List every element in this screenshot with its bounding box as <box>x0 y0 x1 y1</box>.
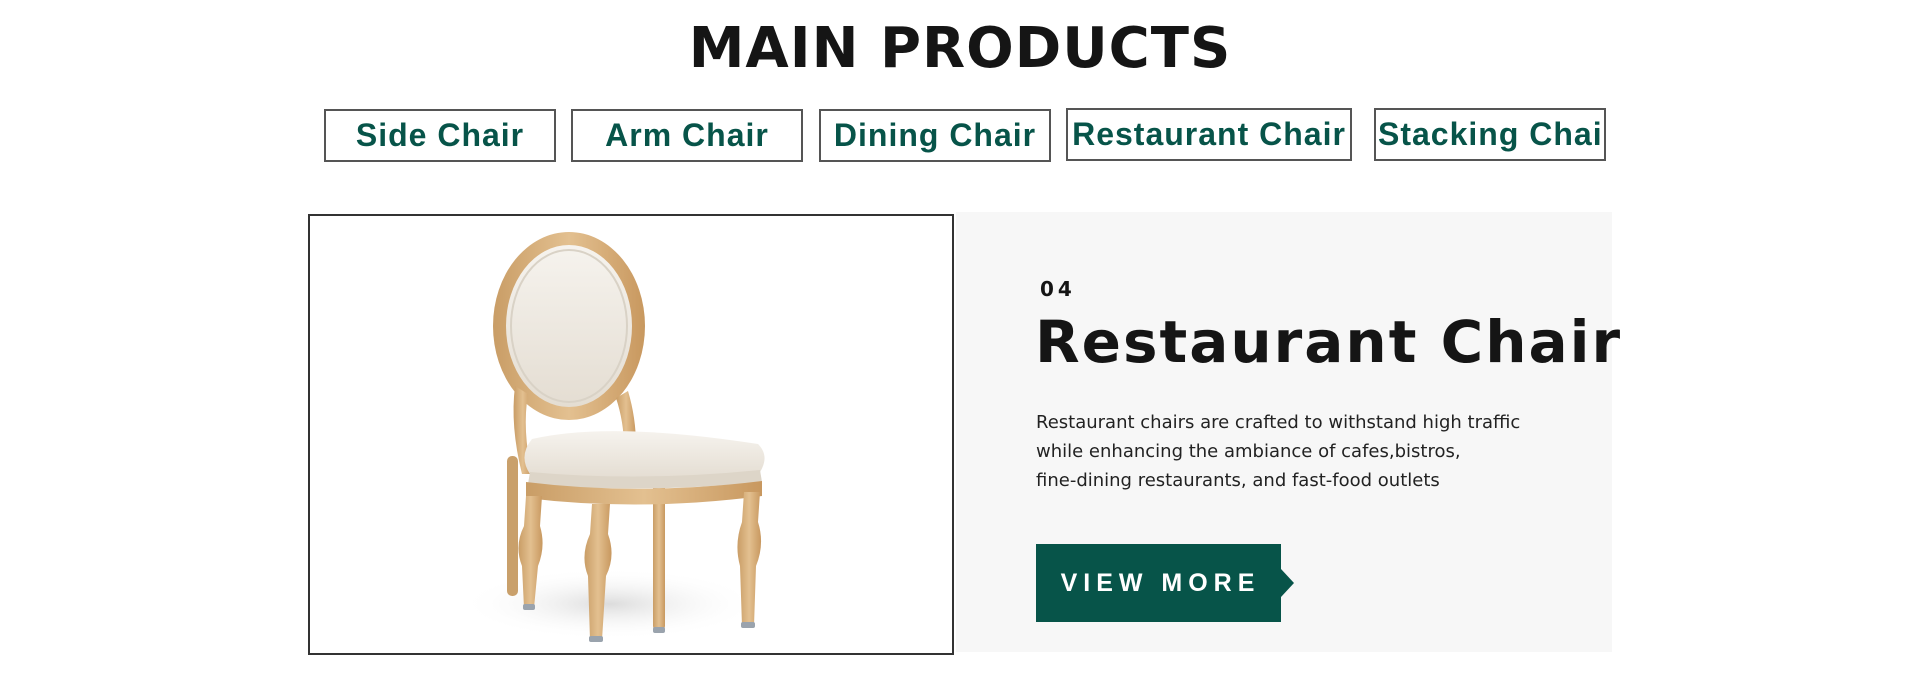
description-line: Restaurant chairs are crafted to withsta… <box>1036 412 1521 433</box>
view-more-button[interactable]: VIEW MORE <box>1036 544 1281 622</box>
arrow-right-icon[interactable] <box>1281 569 1294 597</box>
product-index: 04 <box>1040 277 1076 301</box>
product-title: Restaurant Chair <box>1035 308 1623 376</box>
product-info-panel: 04 Restaurant Chair Restaurant chairs ar… <box>956 212 1620 652</box>
product-image-frame <box>308 214 954 655</box>
tab-restaurant-chair[interactable]: Restaurant Chair <box>1066 108 1352 161</box>
product-description: Restaurant chairs are crafted to withsta… <box>1036 408 1556 495</box>
main-products-section: MAIN PRODUCTS Side Chair Arm Chair Dinin… <box>0 0 1920 673</box>
category-tabs: Side Chair Arm Chair Dining Chair Restau… <box>0 0 1920 170</box>
description-line: while enhancing the ambiance of cafes,bi… <box>1036 441 1461 462</box>
tab-stacking-chair[interactable]: Stacking Chair <box>1374 108 1606 161</box>
chair-photo-icon <box>460 232 765 642</box>
description-line: fine-dining restaurants, and fast-food o… <box>1036 470 1440 491</box>
tab-dining-chair[interactable]: Dining Chair <box>819 109 1051 162</box>
tab-side-chair[interactable]: Side Chair <box>324 109 556 162</box>
tab-arm-chair[interactable]: Arm Chair <box>571 109 803 162</box>
